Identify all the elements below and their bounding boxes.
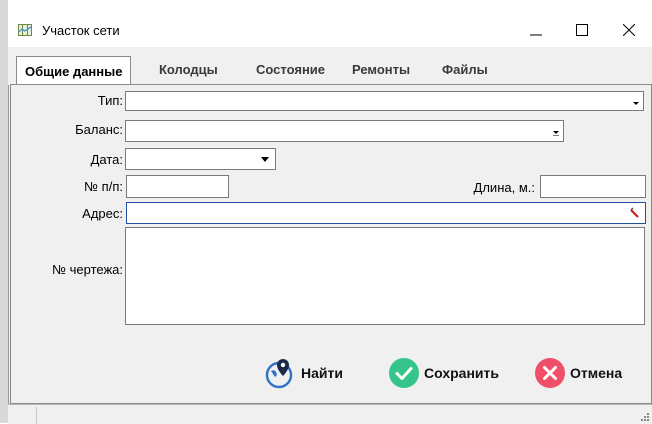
length-input[interactable] bbox=[540, 175, 646, 198]
edit-icon[interactable] bbox=[629, 207, 641, 219]
save-button[interactable]: Сохранить bbox=[388, 357, 499, 389]
drawing-textarea[interactable] bbox=[125, 227, 645, 325]
date-label: Дата: bbox=[90, 152, 123, 167]
address-input[interactable] bbox=[126, 202, 646, 224]
close-icon bbox=[623, 24, 635, 36]
tab-strip: Общие данные Колодцы Состояние Ремонты Ф… bbox=[8, 47, 652, 85]
tab-state[interactable]: Состояние bbox=[256, 62, 325, 77]
tab-general[interactable]: Общие данные bbox=[16, 56, 132, 85]
find-button-label: Найти bbox=[301, 365, 343, 381]
title-bar[interactable]: Участок сети bbox=[8, 0, 652, 47]
cancel-button[interactable]: Отмена bbox=[534, 357, 622, 389]
tab-files[interactable]: Файлы bbox=[442, 62, 488, 77]
status-bar bbox=[8, 404, 652, 424]
cancel-icon bbox=[535, 358, 565, 388]
balance-label: Баланс: bbox=[75, 122, 123, 137]
map-pin-icon bbox=[265, 359, 293, 389]
chevron-down-icon bbox=[553, 131, 559, 136]
close-button[interactable] bbox=[606, 12, 652, 48]
find-button[interactable]: Найти bbox=[265, 357, 343, 389]
number-input[interactable] bbox=[126, 175, 229, 198]
type-select[interactable] bbox=[125, 91, 644, 111]
length-label: Длина, м.: bbox=[473, 180, 535, 195]
drawing-label: № чертежа: bbox=[52, 262, 123, 277]
maximize-button[interactable] bbox=[559, 12, 605, 48]
cancel-button-label: Отмена bbox=[570, 365, 623, 381]
chevron-down-icon bbox=[261, 157, 269, 162]
date-picker[interactable] bbox=[125, 148, 276, 170]
minimize-icon bbox=[530, 34, 542, 36]
maximize-icon bbox=[576, 24, 588, 36]
save-button-label: Сохранить bbox=[424, 365, 499, 381]
type-label: Тип: bbox=[97, 93, 123, 108]
tab-general-label: Общие данные bbox=[25, 63, 123, 79]
tab-repairs[interactable]: Ремонты bbox=[352, 62, 410, 77]
address-label: Адрес: bbox=[82, 206, 123, 221]
status-separator bbox=[36, 407, 37, 424]
balance-select[interactable] bbox=[125, 120, 564, 142]
map-icon bbox=[18, 24, 32, 36]
chevron-down-icon bbox=[633, 102, 639, 105]
minimize-button[interactable] bbox=[513, 12, 559, 48]
tab-wells[interactable]: Колодцы bbox=[159, 62, 218, 77]
window-title: Участок сети bbox=[42, 23, 120, 38]
general-data-panel: Тип: Баланс: Дата: № п/п: Длина, м.: Адр… bbox=[10, 84, 652, 404]
resize-grip-icon[interactable] bbox=[640, 412, 650, 422]
checkmark-icon bbox=[389, 358, 419, 388]
dialog-window: Участок сети Общие данные Колодцы Состоя… bbox=[0, 0, 652, 424]
number-label: № п/п: bbox=[84, 179, 123, 194]
